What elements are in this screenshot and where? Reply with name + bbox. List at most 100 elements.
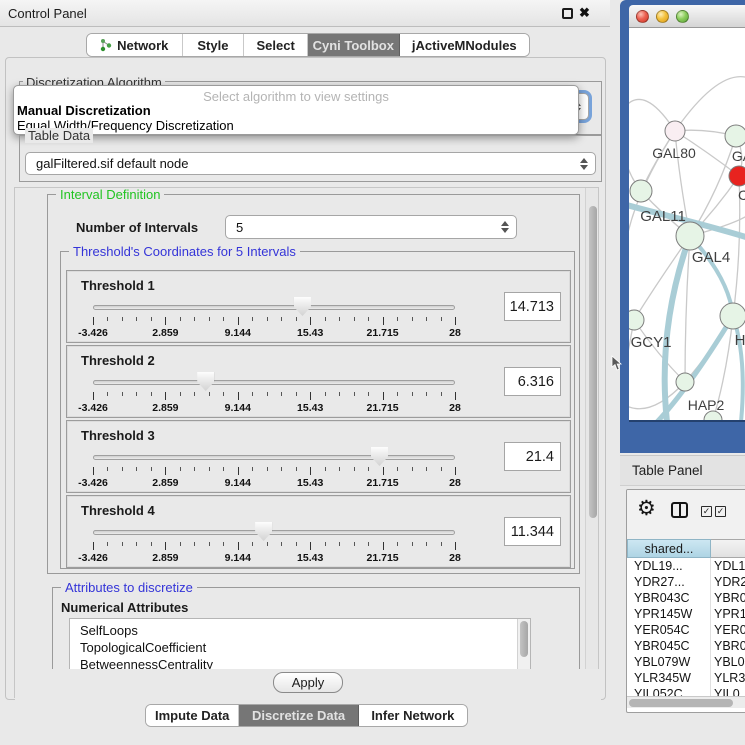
tab-cyni-label: Cyni Toolbox [313, 38, 394, 53]
attribute-list-item[interactable]: SelfLoops [70, 622, 530, 639]
apply-button[interactable]: Apply [273, 672, 343, 693]
slider-thumb[interactable] [255, 522, 272, 541]
combo-stepper-icon[interactable] [501, 221, 509, 233]
tab-select[interactable]: Select [244, 34, 308, 56]
number-of-intervals-combobox[interactable]: 5 [225, 215, 517, 239]
slider-thumb[interactable] [371, 447, 388, 466]
apply-strip: Apply [15, 669, 601, 700]
table-cell[interactable]: YBL0 [711, 654, 745, 670]
slider-thumb[interactable] [294, 297, 311, 316]
table-cell[interactable]: YBR0 [711, 590, 745, 606]
slider-thumb[interactable] [197, 372, 214, 391]
tab-discretize-data[interactable]: Discretize Data [239, 705, 358, 726]
tab-impute-data[interactable]: Impute Data [146, 705, 239, 726]
table-row[interactable]: YDL19...YDL1 [627, 558, 745, 574]
network-edge [634, 320, 685, 382]
slider-scale-labels: -3.4262.8599.14415.4321.71528 [93, 402, 455, 414]
network-graph: GAL80GACGAL11GAL4GCY1HHAP2 [629, 28, 745, 420]
table-rows: YDL19...YDL1YDR27...YDR2YBR043CYBR0YPR14… [627, 558, 745, 702]
threshold-value-field[interactable]: 6.316 [504, 367, 561, 396]
tab-network-label: Network [117, 38, 168, 53]
tab-style[interactable]: Style [183, 34, 245, 56]
table-panel: ⚙ ✓ ✓ shared... n YDL19...YDL1YDR27...YD… [626, 489, 745, 713]
table-cell[interactable]: YDR27... [627, 574, 711, 590]
slider-track[interactable] [93, 305, 455, 310]
threshold-panel: Threshold 2 -3.4262.8599.14415.4321.71528… [66, 345, 571, 418]
table-row[interactable]: YBR045CYBR0 [627, 638, 745, 654]
table-row[interactable]: YLR345WYLR3 [627, 670, 745, 686]
table-cell[interactable]: YER054C [627, 622, 711, 638]
threshold-value-field[interactable]: 21.4 [504, 442, 561, 471]
threshold-value-field[interactable]: 14.713 [504, 292, 561, 321]
slider-track[interactable] [93, 380, 455, 385]
algorithm-dropdown-popup: Select algorithm to view settings Manual… [13, 85, 579, 135]
network-node[interactable] [729, 166, 745, 186]
tab-jactivemnodules[interactable]: jActiveMNodules [400, 34, 529, 56]
table-row[interactable]: YBR043CYBR0 [627, 590, 745, 606]
combo-stepper-icon[interactable] [580, 158, 588, 170]
table-cell[interactable]: YDR2 [711, 574, 745, 590]
attribute-list-item[interactable]: TopologicalCoefficient [70, 639, 530, 656]
checkbox-icon[interactable]: ✓ [701, 506, 712, 517]
tab-impute-label: Impute Data [155, 708, 229, 723]
settings-scrollbar-thumb[interactable] [589, 206, 597, 518]
table-row[interactable]: YER054CYER0 [627, 622, 745, 638]
network-node[interactable] [629, 310, 644, 330]
table-row[interactable]: YDR27...YDR2 [627, 574, 745, 590]
control-panel-titlebar: Control Panel ✖ [0, 0, 610, 27]
network-icon [100, 38, 112, 52]
table-cell[interactable]: YBR043C [627, 590, 711, 606]
algorithm-option-manual[interactable]: Manual Discretization [17, 103, 151, 118]
network-canvas[interactable]: GAL80GACGAL11GAL4GCY1HHAP2 [629, 28, 745, 420]
network-window-titlebar [629, 5, 745, 28]
numerical-attributes-label: Numerical Attributes [61, 600, 188, 615]
column-header-name[interactable]: n [711, 539, 745, 558]
table-cell[interactable]: YLR3 [711, 670, 745, 686]
table-hscrollbar-thumb[interactable] [629, 699, 733, 707]
table-horizontal-scrollbar[interactable] [627, 696, 745, 708]
table-cell[interactable]: YER0 [711, 622, 745, 638]
network-node[interactable] [720, 303, 745, 329]
slider-track[interactable] [93, 455, 455, 460]
number-of-intervals-value: 5 [236, 220, 243, 235]
table-row[interactable]: YBL079WYBL0 [627, 654, 745, 670]
table-cell[interactable]: YBR0 [711, 638, 745, 654]
network-node-label: GAL4 [692, 249, 730, 266]
mouse-cursor-icon [611, 355, 623, 371]
network-node[interactable] [725, 125, 745, 147]
table-row[interactable]: YPR145WYPR1 [627, 606, 745, 622]
network-node[interactable] [676, 222, 704, 250]
settings-vertical-scrollbar[interactable] [585, 188, 599, 698]
slider-ticks [93, 392, 455, 401]
table-data-combobox[interactable]: galFiltered.sif default node [25, 152, 596, 175]
mac-zoom-button[interactable] [676, 10, 689, 23]
column-header-shared-name[interactable]: shared... [627, 539, 711, 558]
network-window: GAL80GACGAL11GAL4GCY1HHAP2 [620, 0, 745, 453]
threshold-label: Threshold 2 [81, 353, 155, 368]
app-root: Control Panel ✖ Network Style Select Cyn… [0, 0, 745, 745]
table-cell[interactable]: YBL079W [627, 654, 711, 670]
float-window-icon[interactable] [562, 8, 573, 19]
table-cell[interactable]: YDL1 [711, 558, 745, 574]
tab-network[interactable]: Network [87, 34, 183, 56]
mac-close-button[interactable] [636, 10, 649, 23]
attributes-scrollbar-thumb[interactable] [520, 621, 528, 657]
network-node[interactable] [630, 180, 652, 202]
gear-icon[interactable]: ⚙ [637, 498, 656, 519]
table-cell[interactable]: YLR345W [627, 670, 711, 686]
table-cell[interactable]: YPR145W [627, 606, 711, 622]
network-node[interactable] [676, 373, 694, 391]
table-cell[interactable]: YDL19... [627, 558, 711, 574]
tab-infer-network[interactable]: Infer Network [359, 705, 467, 726]
bottom-tab-bar: Impute Data Discretize Data Infer Networ… [145, 704, 468, 727]
threshold-value-field[interactable]: 11.344 [504, 517, 561, 546]
slider-track[interactable] [93, 530, 455, 535]
columns-icon[interactable] [671, 502, 688, 518]
checkbox-icon[interactable]: ✓ [715, 506, 726, 517]
close-icon[interactable]: ✖ [579, 5, 590, 21]
mac-minimize-button[interactable] [656, 10, 669, 23]
network-node[interactable] [665, 121, 685, 141]
table-cell[interactable]: YPR1 [711, 606, 745, 622]
table-cell[interactable]: YBR045C [627, 638, 711, 654]
tab-cyni-toolbox[interactable]: Cyni Toolbox [308, 34, 400, 56]
